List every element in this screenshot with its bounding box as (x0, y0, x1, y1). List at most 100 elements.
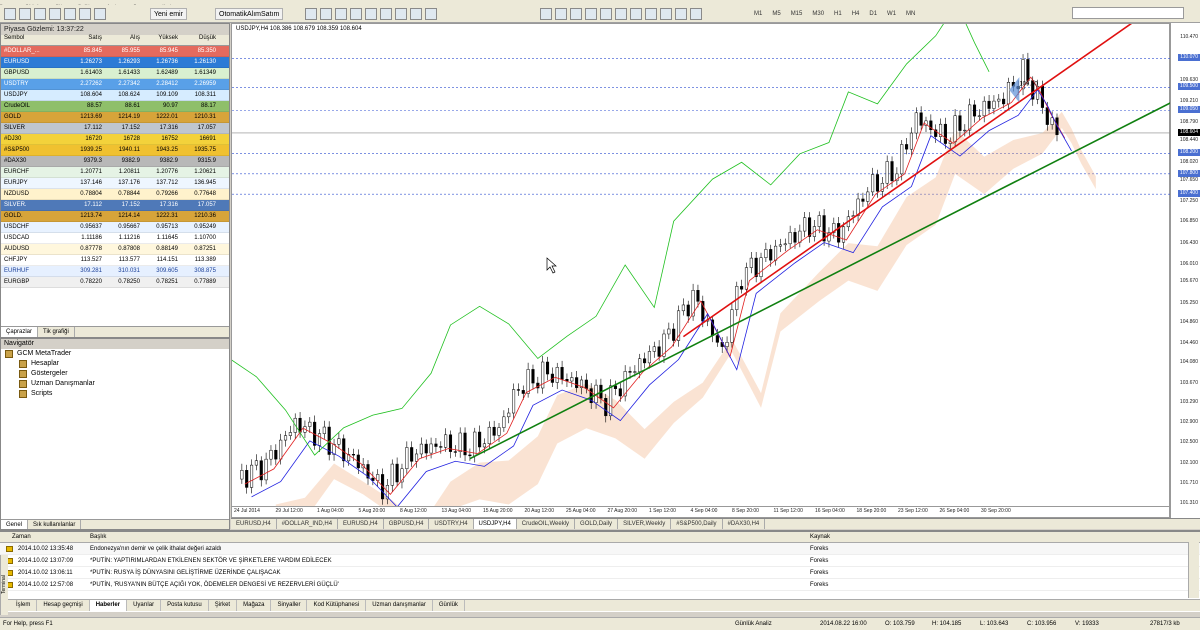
news-scrollbar[interactable] (1188, 542, 1199, 598)
autoscroll-icon[interactable] (630, 8, 642, 20)
navigator-icon[interactable] (64, 8, 76, 20)
timeframe-h1[interactable]: H1 (834, 11, 842, 17)
search-input[interactable] (1072, 7, 1184, 19)
terminal-tab[interactable]: İşlem (10, 600, 38, 611)
market-watch-row[interactable]: CrudeOIL 88.57 88.61 90.97 88.17 (1, 101, 229, 112)
mw-col-header[interactable]: Sembol (1, 35, 67, 45)
chart-tab[interactable]: GOLD,Daily (575, 519, 619, 529)
nav-tab[interactable]: Genel (1, 520, 29, 529)
timeframe-m15[interactable]: M15 (791, 11, 803, 17)
navigator-item[interactable]: Hesaplar (1, 359, 229, 369)
tile-windows-icon[interactable] (615, 8, 627, 20)
market-watch-row[interactable]: #DAX30 9379.3 9382.9 9382.9 9315.9 (1, 156, 229, 167)
mw-col-header[interactable]: Yüksek (143, 35, 181, 45)
profiles-icon[interactable] (19, 8, 31, 20)
chart-tab[interactable]: EURUSD,H4 (231, 519, 277, 529)
chart-tab[interactable]: USDJPY,H4 (473, 519, 517, 529)
market-watch-row[interactable]: NZDUSD 0.78804 0.78844 0.79266 0.77648 (1, 189, 229, 200)
horizontal-line-icon[interactable] (350, 8, 362, 20)
market-watch-row[interactable]: EURGBP 0.78220 0.78250 0.78251 0.77889 (1, 277, 229, 288)
autotrading-button[interactable]: OtomatikAlımSatım (215, 8, 284, 20)
market-watch-row[interactable]: EURUSD 1.26273 1.26293 1.26736 1.26130 (1, 57, 229, 68)
mw-tab[interactable]: Çaprazlar (1, 327, 39, 337)
news-row[interactable]: 2014.10.02 13:35:48 Endonezya'nın demir v… (0, 543, 1200, 555)
chart-tab[interactable]: GBPUSD,H4 (384, 519, 430, 529)
timeframe-d1[interactable]: D1 (869, 11, 877, 17)
navigator-item[interactable]: Scripts (1, 389, 229, 399)
nav-tab[interactable]: Sık kullanılanlar (28, 520, 82, 529)
timeframe-m30[interactable]: M30 (812, 11, 824, 17)
terminal-tab[interactable]: Haberler (89, 600, 128, 611)
chart-tab[interactable]: SILVER,Weekly (618, 519, 672, 529)
market-watch-row[interactable]: SILVER 17.112 17.152 17.316 17.057 (1, 123, 229, 134)
navigator-root[interactable]: GCM MetaTrader (1, 349, 229, 359)
news-col-source[interactable]: Kaynak (810, 532, 1190, 542)
terminal-tab[interactable]: Şirket (209, 600, 238, 611)
mw-col-header[interactable]: Satış (67, 35, 105, 45)
navigator-item[interactable]: Göstergeler (1, 369, 229, 379)
market-watch-row[interactable]: #S&P500 1939.25 1940.11 1943.25 1935.75 (1, 145, 229, 156)
terminal-icon[interactable] (79, 8, 91, 20)
data-window-icon[interactable] (49, 8, 61, 20)
chart-window[interactable]: 109.50 USDJPY,H4 108.386 108.679 108.359… (231, 23, 1171, 518)
market-watch-row[interactable]: #DOLLAR_... 85.845 85.955 85.945 85.350 (1, 46, 229, 57)
market-watch-row[interactable]: #DJ30 16720 16728 16752 16691 (1, 134, 229, 145)
navigator-item[interactable]: Uzman Danışmanlar (1, 379, 229, 389)
status-profile[interactable]: Günlük Analiz (735, 621, 772, 627)
chart-canvas[interactable]: 109.50 (232, 24, 1171, 508)
mw-col-header[interactable]: Düşük (181, 35, 219, 45)
chart-tab[interactable]: EURUSD,H4 (338, 519, 384, 529)
cursor-icon[interactable] (305, 8, 317, 20)
market-watch-row[interactable]: USDTRY 2.27262 2.27342 2.28412 2.26959 (1, 79, 229, 90)
terminal-tab[interactable]: Uyarılar (127, 600, 162, 611)
strategy-tester-icon[interactable] (94, 8, 106, 20)
mw-col-header[interactable]: Alış (105, 35, 143, 45)
timeframe-w1[interactable]: W1 (887, 11, 896, 17)
price-scale[interactable]: 110.470 109.630 109.210 108.790 108.440 108.0… (1170, 23, 1200, 518)
market-watch-row[interactable]: GBPUSD 1.61403 1.61433 1.62489 1.61349 (1, 68, 229, 79)
market-watch-row[interactable]: SILVER. 17.112 17.152 17.316 17.057 (1, 200, 229, 211)
market-watch-row[interactable]: GOLD. 1213.74 1214.14 1222.31 1210.36 (1, 211, 229, 222)
timeframe-h4[interactable]: H4 (852, 11, 860, 17)
candle-chart-icon[interactable] (555, 8, 567, 20)
market-watch-row[interactable]: GOLD 1213.69 1214.19 1222.01 1210.31 (1, 112, 229, 123)
new-chart-icon[interactable] (4, 8, 16, 20)
terminal-tab[interactable]: Kod Kütüphanesi (307, 600, 367, 611)
channel-icon[interactable] (380, 8, 392, 20)
market-watch-row[interactable]: CHFJPY 113.527 113.577 114.151 113.389 (1, 255, 229, 266)
terminal-tab[interactable]: Uzman danışmanlar (366, 600, 433, 611)
terminal-tab[interactable]: Posta kutusu (161, 600, 209, 611)
chart-shift-icon[interactable] (645, 8, 657, 20)
news-col-title[interactable]: Başlık (90, 532, 810, 542)
market-watch-row[interactable]: AUDUSD 0.87778 0.87808 0.88149 0.87251 (1, 244, 229, 255)
news-row[interactable]: 2014.10.02 13:07:09 *PUTİN: YAPTIRIMLARDA… (0, 555, 1200, 567)
periods-icon[interactable] (675, 8, 687, 20)
text-icon[interactable] (410, 8, 422, 20)
mw-tab[interactable]: Tik grafiği (38, 327, 75, 337)
line-chart-icon[interactable] (570, 8, 582, 20)
crosshair-icon[interactable] (320, 8, 332, 20)
zoom-in-icon[interactable] (585, 8, 597, 20)
chart-tab[interactable]: #DOLLAR_IND,H4 (277, 519, 339, 529)
timeframe-m1[interactable]: M1 (754, 11, 762, 17)
market-watch-row[interactable]: EURCHF 1.20771 1.20811 1.20776 1.20621 (1, 167, 229, 178)
chart-tab[interactable]: #S&P500,Daily (671, 519, 723, 529)
market-watch-row[interactable]: EURHUF 309.281 310.031 309.605 308.875 (1, 266, 229, 277)
trendline-icon[interactable] (365, 8, 377, 20)
terminal-tab[interactable]: Günlük (433, 600, 465, 611)
vertical-line-icon[interactable] (335, 8, 347, 20)
fibonacci-icon[interactable] (395, 8, 407, 20)
indicators-icon[interactable] (660, 8, 672, 20)
timeframe-mn[interactable]: MN (906, 11, 915, 17)
news-col-time[interactable]: Zaman (0, 532, 90, 542)
timeframe-m5[interactable]: M5 (772, 11, 780, 17)
zoom-out-icon[interactable] (600, 8, 612, 20)
label-icon[interactable] (425, 8, 437, 20)
chart-tab[interactable]: CrudeOIL,Weekly (517, 519, 576, 529)
bar-chart-icon[interactable] (540, 8, 552, 20)
chart-tab[interactable]: USDTRY,H4 (429, 519, 474, 529)
terminal-tab[interactable]: Hesap geçmişi (37, 600, 90, 611)
new-order-button[interactable]: Yeni emir (150, 8, 187, 20)
market-watch-icon[interactable] (34, 8, 46, 20)
templates-icon[interactable] (690, 8, 702, 20)
